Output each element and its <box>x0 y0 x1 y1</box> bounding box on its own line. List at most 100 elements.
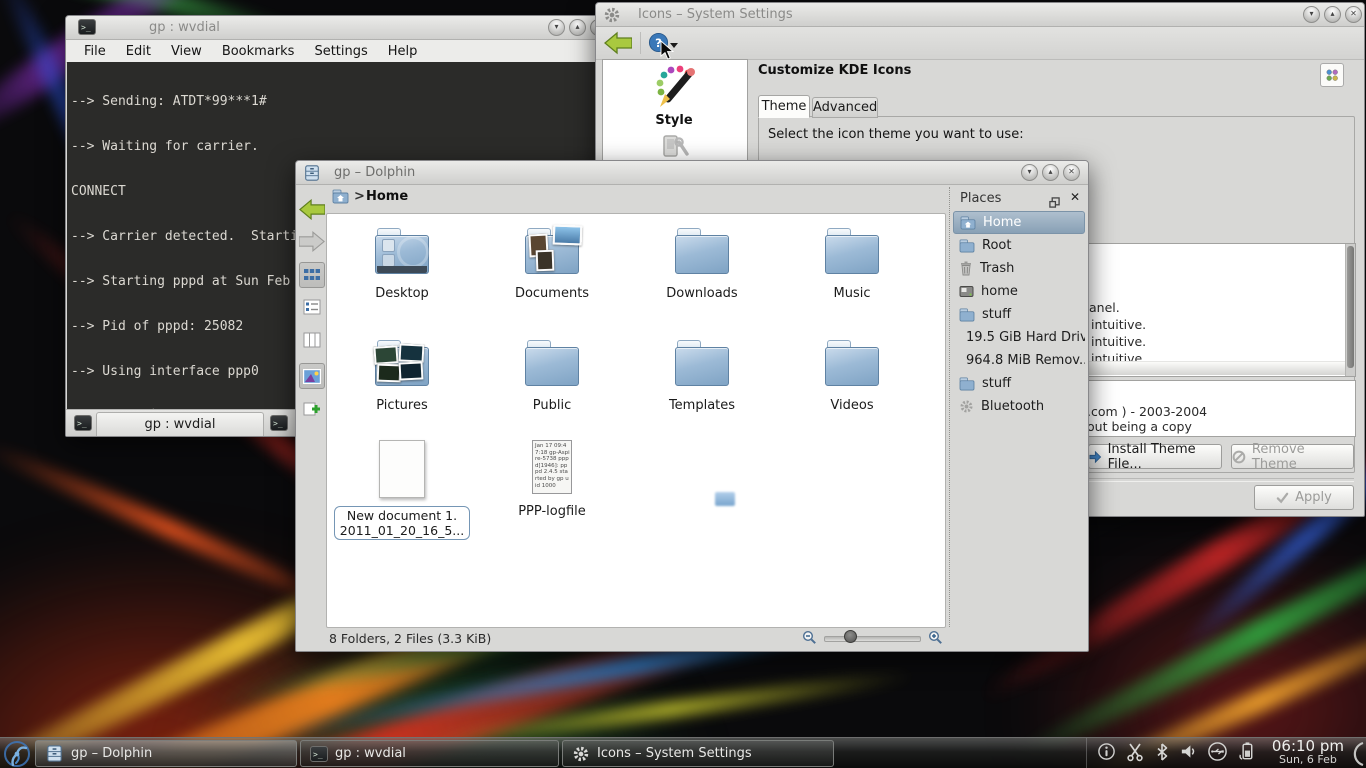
task-system-settings[interactable]: Icons – System Settings <box>562 740 834 767</box>
forward-button[interactable] <box>299 228 325 254</box>
folder-documents[interactable]: Documents <box>477 224 627 301</box>
page-title: Customize KDE Icons <box>758 63 911 78</box>
split-plus-icon <box>303 401 321 417</box>
folder-icon <box>675 340 729 386</box>
launcher-icon[interactable] <box>2 739 32 768</box>
terminal-tab-2[interactable]: >_ <box>270 415 288 431</box>
task-dolphin[interactable]: gp – Dolphin <box>35 740 297 767</box>
scrollbar-thumb[interactable] <box>1347 246 1354 368</box>
file-new-document[interactable]: New document 1. 2011_01_20_16_5... <box>327 436 477 540</box>
place-bluetooth[interactable]: Bluetooth <box>953 395 1085 418</box>
details-view-button[interactable] <box>299 294 325 320</box>
home-folder-icon[interactable] <box>332 189 349 208</box>
split-view-button[interactable] <box>299 396 325 422</box>
folder-templates[interactable]: Templates <box>627 336 777 413</box>
task-konsole[interactable]: >_ gp : wvdial <box>300 740 559 767</box>
minimize-button[interactable]: ▾ <box>1021 164 1038 181</box>
clipboard-scissors-icon[interactable] <box>1125 742 1145 766</box>
tab-label: gp : wvdial <box>145 417 216 432</box>
plasma-panel: gp – Dolphin >_ gp : wvdial Icons – Syst… <box>0 737 1366 768</box>
place-stuff-2[interactable]: stuff <box>953 372 1085 395</box>
tab-advanced[interactable]: Advanced <box>812 97 878 118</box>
menu-file[interactable]: File <box>74 42 116 61</box>
remove-icon <box>1232 450 1246 464</box>
folder-downloads[interactable]: Downloads <box>627 224 777 301</box>
zoom-slider-track[interactable] <box>824 636 921 642</box>
tab-theme[interactable]: Theme <box>758 95 810 118</box>
folder-icon <box>375 340 429 386</box>
folder-music[interactable]: Music <box>777 224 927 301</box>
dolphin-view[interactable]: Desktop Documents Downloads Music <box>326 213 946 628</box>
breadcrumb-home[interactable]: Home <box>366 189 408 204</box>
terminal-line: --> Waiting for carrier. <box>71 139 612 154</box>
zoom-in-icon[interactable] <box>928 630 943 648</box>
panel-cashew-icon[interactable] <box>1351 741 1365 768</box>
back-button[interactable] <box>604 31 632 59</box>
place-removable[interactable]: 964.8 MiB Remov... <box>953 349 1085 372</box>
zoom-out-icon[interactable] <box>802 630 817 648</box>
menu-help[interactable]: Help <box>378 42 428 61</box>
place-trash[interactable]: Trash <box>953 257 1085 280</box>
sidebar-item-style[interactable]: Style <box>603 64 745 128</box>
scrollbar-track[interactable] <box>1345 244 1355 376</box>
desktop: >_ gp : wvdial ▾ ▴ ✕ File Edit View Book… <box>0 0 1366 768</box>
maximize-button[interactable]: ▴ <box>569 19 586 36</box>
menu-view[interactable]: View <box>161 42 212 61</box>
systemsettings-toolbar: ? <box>596 27 1364 60</box>
minimize-button[interactable]: ▾ <box>1303 6 1320 23</box>
folder-pictures[interactable]: Pictures <box>327 336 477 413</box>
zoom-slider-handle[interactable] <box>844 630 857 643</box>
forward-arrow-icon <box>299 231 325 252</box>
close-panel-icon[interactable]: ✕ <box>1070 190 1080 204</box>
text-preview-icon: Jan 17 09:47:18 gp-Aspire-5738 pppd[1946… <box>532 440 572 494</box>
places-panel: Places ✕ Home Root Trash home <box>949 187 1088 627</box>
columns-view-button[interactable] <box>299 327 325 353</box>
place-home[interactable]: Home <box>953 211 1085 234</box>
folder-public[interactable]: Public <box>477 336 627 413</box>
menu-bookmarks[interactable]: Bookmarks <box>212 42 305 61</box>
window-dolphin: gp – Dolphin ▾ ▴ ✕ > Home <box>295 160 1089 652</box>
dolphin-titlebar[interactable]: gp – Dolphin ▾ ▴ ✕ <box>296 161 1088 185</box>
place-root[interactable]: Root <box>953 234 1085 257</box>
menu-settings[interactable]: Settings <box>304 42 377 61</box>
icons-view-button[interactable] <box>299 262 325 288</box>
place-stuff[interactable]: stuff <box>953 303 1085 326</box>
preview-toggle-button[interactable] <box>299 363 325 389</box>
style-icon <box>651 64 697 110</box>
folder-desktop[interactable]: Desktop <box>327 224 477 301</box>
remove-theme-button[interactable]: Remove Theme <box>1231 444 1354 469</box>
terminal-tab[interactable]: gp : wvdial <box>96 412 264 436</box>
digital-clock[interactable]: 06:10 pm Sun, 6 Feb <box>1272 739 1344 767</box>
list-item-fragment: intuitive. <box>1091 334 1146 349</box>
konsole-titlebar[interactable]: >_ gp : wvdial ▾ ▴ ✕ <box>66 16 613 40</box>
maximize-button[interactable]: ▴ <box>1324 6 1341 23</box>
close-button[interactable]: ✕ <box>1345 6 1362 23</box>
folder-icon <box>959 377 975 391</box>
install-theme-button[interactable]: Install Theme File... <box>1088 444 1222 469</box>
apply-button[interactable]: Apply <box>1254 485 1354 510</box>
clock-time: 06:10 pm <box>1272 739 1344 753</box>
usb-device-icon[interactable] <box>1207 741 1228 766</box>
menu-edit[interactable]: Edit <box>116 42 161 61</box>
folder-icon <box>825 228 879 274</box>
place-hard-drive[interactable]: 19.5 GiB Hard Drive <box>953 326 1085 349</box>
float-panel-icon[interactable] <box>1049 193 1060 212</box>
volume-icon[interactable] <box>1179 742 1198 765</box>
maximize-button[interactable]: ▴ <box>1042 164 1059 181</box>
close-button[interactable]: ✕ <box>1063 164 1080 181</box>
place-home-drive[interactable]: home <box>953 280 1085 303</box>
systemsettings-titlebar[interactable]: Icons – System Settings ▾ ▴ ✕ <box>596 3 1364 27</box>
device-wrench-icon <box>659 130 691 162</box>
minimize-button[interactable]: ▾ <box>548 19 565 36</box>
system-tray <box>1086 738 1255 768</box>
columns-view-icon <box>303 332 321 348</box>
new-tab-button[interactable]: >_ <box>74 415 92 431</box>
battery-icon[interactable] <box>1237 741 1255 766</box>
file-ppp-logfile[interactable]: Jan 17 09:47:18 gp-Aspire-5738 pppd[1946… <box>477 436 627 519</box>
back-button[interactable] <box>299 196 325 222</box>
bluetooth-icon[interactable] <box>1154 742 1170 766</box>
folder-videos[interactable]: Videos <box>777 336 927 413</box>
folder-icon <box>959 239 975 253</box>
overview-grid-button[interactable] <box>1320 63 1344 87</box>
info-icon[interactable] <box>1097 742 1116 765</box>
